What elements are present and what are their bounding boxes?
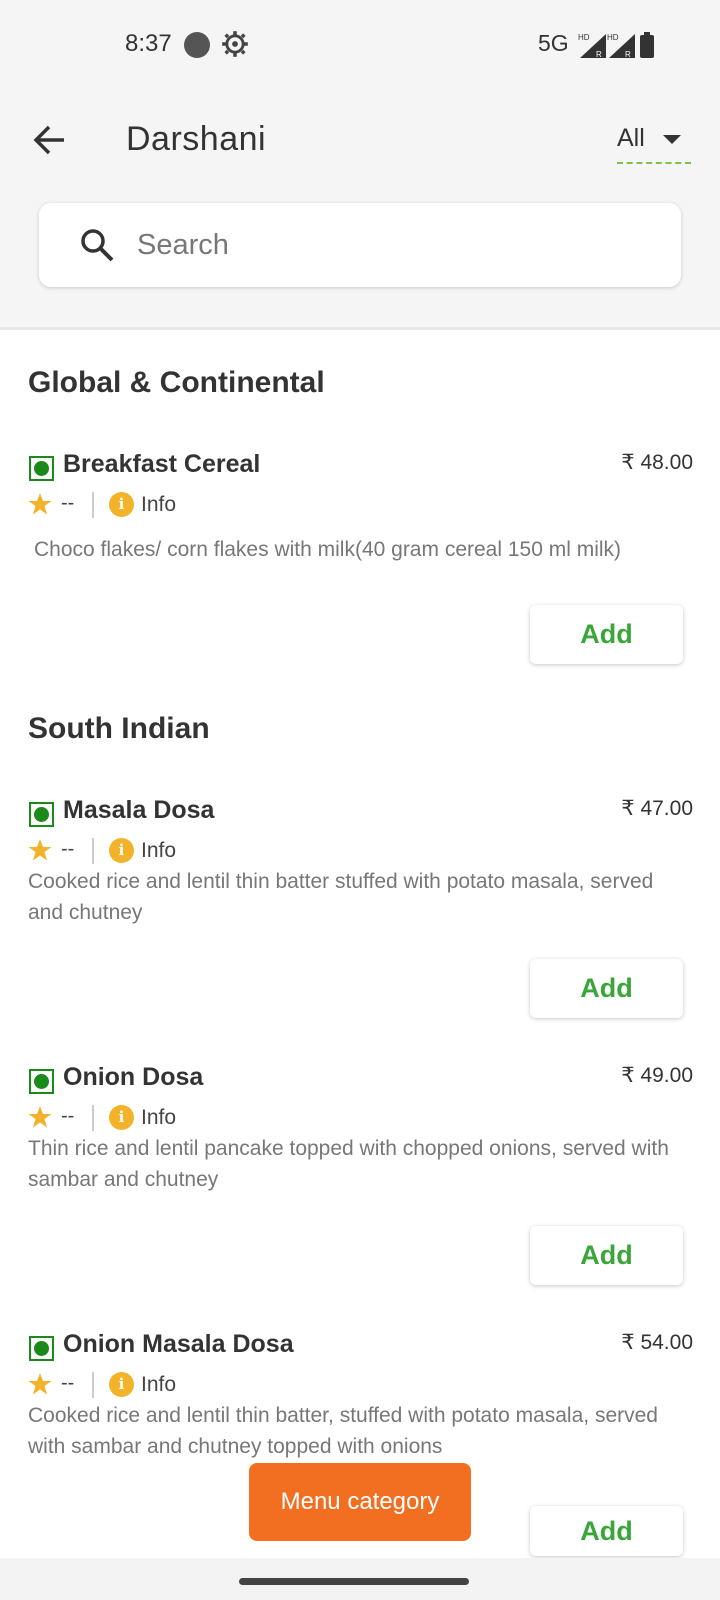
item-rating: -- [61,1105,75,1127]
item-name: Onion Masala Dosa [63,1330,294,1358]
network-type: 5G [538,30,569,56]
meta-divider [92,492,94,518]
info-label[interactable]: Info [141,839,176,863]
veg-indicator-icon [29,1336,54,1361]
star-icon [28,1373,52,1395]
filter-label: All [617,124,645,152]
info-label[interactable]: Info [141,1106,176,1130]
item-name: Onion Dosa [63,1063,204,1091]
item-name: Masala Dosa [63,796,215,824]
caret-down-icon [663,135,681,144]
star-icon [28,1106,52,1128]
item-meta: -- i Info [28,1103,328,1133]
r-label: R [596,50,602,58]
item-rating: -- [61,492,75,514]
info-label[interactable]: Info [141,1373,176,1397]
veg-indicator-icon [29,802,54,827]
search-input[interactable] [137,221,637,269]
meta-divider [92,1372,94,1398]
add-button[interactable]: Add [530,959,683,1018]
star-icon [28,493,52,515]
item-name: Breakfast Cereal [63,450,261,478]
system-nav-bar [0,1558,720,1600]
item-description: Thin rice and lentil pancake topped with… [28,1137,669,1191]
status-time: 8:37 [125,30,172,57]
r-label: R [625,50,631,58]
item-price: ₹ 48.00 [621,451,693,474]
item-rating: -- [61,838,75,860]
section-title: Global & Continental [28,366,325,399]
add-button[interactable]: Add [530,605,683,664]
info-icon[interactable]: i [109,492,134,517]
app-bar: Darshani All [0,110,720,170]
add-button[interactable]: Add [530,1506,683,1556]
item-price: ₹ 49.00 [621,1064,693,1087]
meta-divider [92,1105,94,1131]
search-bar[interactable] [39,203,681,287]
back-arrow-icon[interactable] [30,120,70,160]
item-description: Choco flakes/ corn flakes with milk(40 g… [34,538,622,561]
item-meta: -- i Info [28,836,328,866]
item-description: Cooked rice and lentil thin batter stuff… [28,870,654,924]
veg-indicator-icon [29,456,54,481]
circle-dot-icon [184,32,210,58]
info-icon[interactable]: i [109,1105,134,1130]
info-icon[interactable]: i [109,1372,134,1397]
home-gesture-handle[interactable] [239,1578,469,1585]
hd-label: HD [607,33,619,42]
menu-category-button[interactable]: Menu category [249,1463,471,1541]
signal-icon: HD R [607,33,635,58]
item-price: ₹ 54.00 [621,1331,693,1354]
item-description: Cooked rice and lentil thin batter, stuf… [28,1404,658,1458]
signal-icon: HD R [578,33,606,58]
top-header-area: 8:37 5G HD R HD R Darshani All Search [0,0,720,330]
item-rating: -- [61,1372,75,1394]
add-button[interactable]: Add [530,1226,683,1285]
status-bar: 8:37 5G HD R HD R [0,0,720,90]
item-meta: -- i Info [28,1370,328,1400]
filter-dropdown[interactable]: All [617,124,693,164]
item-price: ₹ 47.00 [621,797,693,820]
info-label[interactable]: Info [141,493,176,517]
veg-indicator-icon [29,1069,54,1094]
battery-icon [640,32,654,58]
page-title: Darshani [126,120,267,158]
item-meta: -- i Info [28,490,328,520]
gear-icon [222,31,248,57]
meta-divider [92,838,94,864]
star-icon [28,839,52,861]
hd-label: HD [578,33,590,42]
section-title: South Indian [28,712,210,745]
search-icon [81,229,114,262]
info-icon[interactable]: i [109,838,134,863]
filter-underline [617,162,691,164]
